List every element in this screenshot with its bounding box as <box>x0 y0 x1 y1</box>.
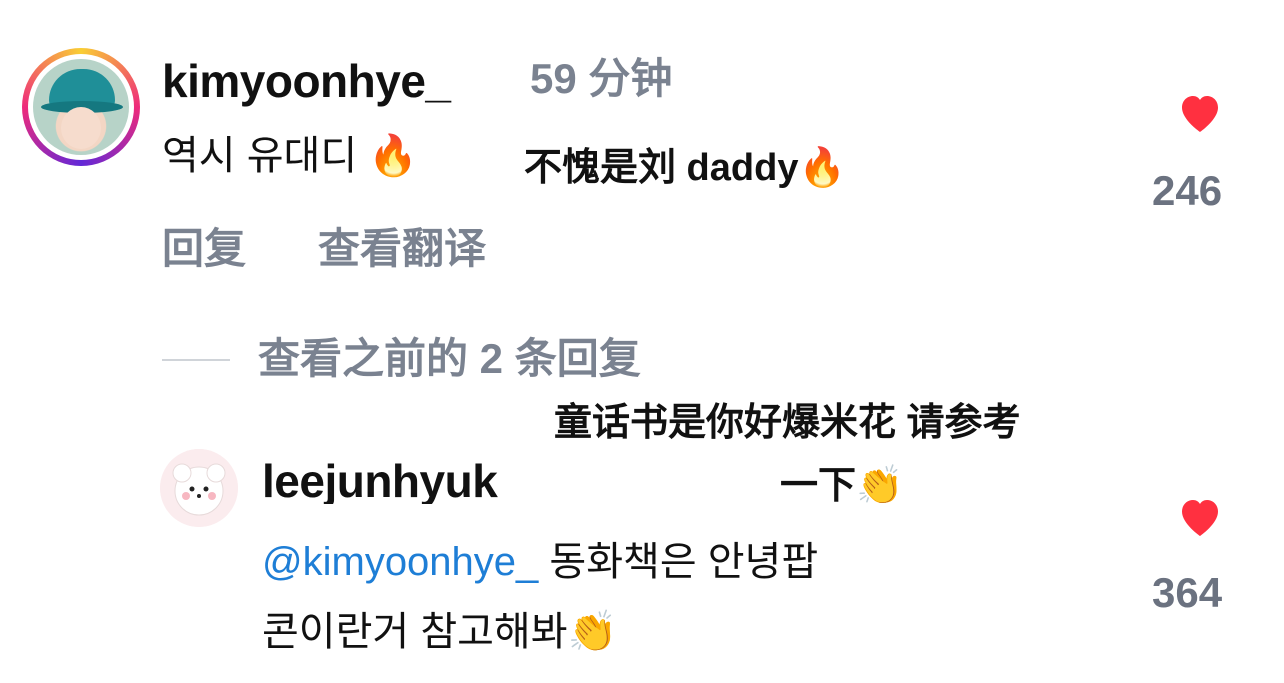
reply-button[interactable]: 回复 <box>162 228 246 270</box>
fire-emoji: 🔥 <box>368 133 419 179</box>
divider-line <box>162 359 230 361</box>
avatar-leejunhyuk[interactable] <box>160 449 238 527</box>
translation-overlay-line1: 童话书是你好爆米花 请参考 <box>554 402 1021 444</box>
avatar-kimyoonhye[interactable] <box>22 48 140 166</box>
see-translation-button[interactable]: 查看翻译 <box>318 228 486 270</box>
translation-overlay-line2: 一下👏 <box>780 463 904 507</box>
translation-overlay: 不愧是刘 daddy🔥 <box>524 145 846 189</box>
bear-face-icon <box>160 449 238 527</box>
like-count: 246 <box>1152 167 1223 214</box>
clap-emoji: 👏 <box>856 463 904 507</box>
mention-link[interactable]: @kimyoonhye_ <box>262 540 538 584</box>
comment-text-line1: @kimyoonhye_ 동화책은 안녕팝 <box>262 540 819 584</box>
like-count: 364 <box>1152 569 1223 616</box>
heart-icon[interactable] <box>1176 90 1224 134</box>
avatar-photo <box>33 59 129 155</box>
clap-emoji: 👏 <box>567 609 618 655</box>
comment-username[interactable]: kimyoonhye_ <box>162 58 451 104</box>
comment-username[interactable]: leejunhyuk <box>262 458 548 504</box>
comment-timestamp: 59 分钟 <box>530 55 673 102</box>
comment-text-line2: 콘이란거 참고해봐👏 <box>262 609 618 655</box>
comment-text: 역시 유대디 🔥 <box>162 133 419 179</box>
view-previous-replies-button[interactable]: 查看之前的 2 条回复 <box>258 338 641 380</box>
fire-emoji: 🔥 <box>798 145 846 189</box>
heart-icon[interactable] <box>1176 494 1224 538</box>
